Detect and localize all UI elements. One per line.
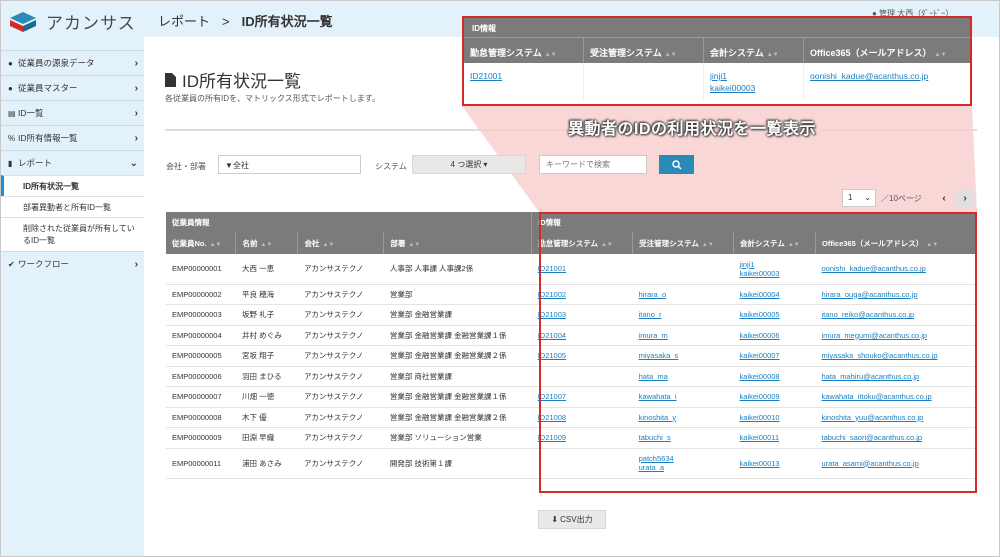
zoom-col-accounting[interactable]: 会計システム ▲▼ <box>704 38 804 63</box>
table-cell: アカンサステクノ <box>297 254 384 285</box>
table-cell: アカンサステクノ <box>297 345 384 367</box>
table-cell: EMP00000001 <box>166 254 236 285</box>
table-cell: 営業部 金融営業課 金融営業課２係 <box>383 407 532 428</box>
zoom-group-label: ID情報 <box>464 18 970 37</box>
id-info-highlight <box>539 212 977 493</box>
table-cell: 開発部 技術第１課 <box>383 448 532 479</box>
table-cell: EMP00000011 <box>166 448 236 479</box>
table-cell: 井村 めぐみ <box>235 325 298 346</box>
table-cell: 浦田 あさみ <box>235 448 298 479</box>
chevron-down-icon: ⌄ <box>864 193 871 202</box>
table-cell: アカンサステクノ <box>297 304 384 326</box>
table-cell: 営業部 ソリューション営業 <box>383 427 532 449</box>
system-filter-label: システム <box>375 162 407 171</box>
table-cell: アカンサステクノ <box>297 366 384 387</box>
table-cell: 羽田 まひる <box>235 366 298 387</box>
zoom-cell-attendance[interactable]: ID21001 <box>464 63 584 100</box>
page-select[interactable]: 1 ⌄ <box>842 189 876 207</box>
system-select[interactable]: 4 つ選択 ▾ <box>412 155 526 174</box>
dept-select[interactable]: ▼全社 <box>218 155 361 174</box>
table-cell: 営業部 <box>383 284 532 305</box>
chevron-left-icon: ‹ <box>942 192 946 204</box>
table-cell: アカンサステクノ <box>297 407 384 428</box>
csv-export-label: CSV出力 <box>560 515 593 524</box>
zoom-cell-office365[interactable]: oonishi_kadue@acanthus.co.jp <box>804 63 970 100</box>
keyword-search-input[interactable] <box>539 155 647 174</box>
table-cell: EMP00000008 <box>166 407 236 428</box>
table-cell: 坂野 礼子 <box>235 304 298 326</box>
zoom-col-office365[interactable]: Office365（メールアドレス） ▲▼ <box>804 38 970 63</box>
table-cell: 営業部 金融営業課 <box>383 304 532 326</box>
table-cell: EMP00000004 <box>166 325 236 346</box>
search-button[interactable] <box>659 155 694 174</box>
download-icon: ⬇ <box>551 515 559 524</box>
sort-icon[interactable]: ▲▼ <box>210 242 222 248</box>
table-cell: EMP00000009 <box>166 427 236 449</box>
page-number: 1 <box>848 193 853 202</box>
table-cell: EMP00000007 <box>166 386 236 408</box>
id-info-zoom-panel: ID情報 勤怠管理システム ▲▼ 受注管理システム ▲▼ 会計システム ▲▼ Offi… <box>462 16 972 106</box>
callout-text: 異動者のIDの利用状況を一覧表示 <box>568 121 817 138</box>
table-cell: 宮坂 翔子 <box>235 345 298 367</box>
zoom-data-row: ID21001 jinji1 kaikei00003 oonishi_kadue… <box>464 63 970 100</box>
table-cell: 木下 優 <box>235 407 298 428</box>
sort-icon[interactable]: ▲▼ <box>408 242 420 248</box>
table-cell: 大西 一恵 <box>235 254 298 285</box>
table-cell: 営業部 金融営業課 金融営業課１係 <box>383 325 532 346</box>
table-cell: EMP00000005 <box>166 345 236 367</box>
zoom-header-row: 勤怠管理システム ▲▼ 受注管理システム ▲▼ 会計システム ▲▼ Office365… <box>464 37 970 63</box>
zoom-col-orders[interactable]: 受注管理システム ▲▼ <box>584 38 704 63</box>
search-icon <box>671 159 682 170</box>
table-cell: EMP00000002 <box>166 284 236 305</box>
table-cell: アカンサステクノ <box>297 325 384 346</box>
page-total: ／10ページ <box>881 194 922 203</box>
table-cell: EMP00000006 <box>166 366 236 387</box>
chevron-right-icon: › <box>963 192 967 204</box>
dept-filter-label: 会社・部署 <box>166 162 206 171</box>
zoom-col-attendance[interactable]: 勤怠管理システム ▲▼ <box>464 38 584 63</box>
table-cell: アカンサステクノ <box>297 448 384 479</box>
table-header-cell[interactable]: 従業員No. ▲▼ <box>166 232 237 254</box>
table-cell: EMP00000003 <box>166 304 236 326</box>
table-cell: 営業部 金融営業課 金融営業課２係 <box>383 345 532 367</box>
table-header-cell[interactable]: 名前 ▲▼ <box>235 232 299 254</box>
table-cell: アカンサステクノ <box>297 284 384 305</box>
next-page-button[interactable]: › <box>956 189 974 207</box>
table-cell: アカンサステクノ <box>297 427 384 449</box>
zoom-cell-orders[interactable] <box>584 63 704 100</box>
table-header-cell[interactable]: 部署 ▲▼ <box>383 232 533 254</box>
prev-page-button[interactable]: ‹ <box>935 189 953 207</box>
table-cell: 営業部 商社営業課 <box>383 366 532 387</box>
table-cell: 田淵 早織 <box>235 427 298 449</box>
sort-icon[interactable]: ▲▼ <box>260 242 272 248</box>
table-cell: 川畑 一徳 <box>235 386 298 408</box>
table-header-cell[interactable]: 会社 ▲▼ <box>297 232 385 254</box>
csv-export-button[interactable]: ⬇ CSV出力 <box>538 510 606 529</box>
table-cell: 人事部 人事課 人事課2係 <box>383 254 532 285</box>
zoom-cell-accounting[interactable]: jinji1 kaikei00003 <box>704 63 804 100</box>
sort-icon[interactable]: ▲▼ <box>322 242 334 248</box>
table-cell: 営業部 金融営業課 金融営業課１係 <box>383 386 532 408</box>
table-cell: 平良 穂海 <box>235 284 298 305</box>
table-cell: アカンサステクノ <box>297 386 384 408</box>
group-employee-info: 従業員情報 <box>166 212 533 232</box>
